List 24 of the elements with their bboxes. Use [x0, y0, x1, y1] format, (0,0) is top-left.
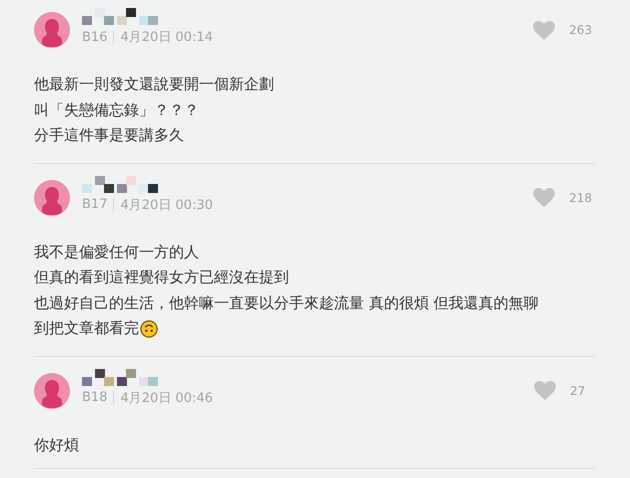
comment-text: 分手這件事是要講多久: [34, 125, 184, 146]
comment-text: 他最新一則發文還說要開一個新企劃: [34, 74, 274, 95]
like-count: 27: [570, 384, 586, 398]
comment-text: 也過好自己的生活，他幹嘛一直要以分手來趁流量 真的很煩 但我還真的無聊: [34, 292, 539, 314]
comment-text: 但真的看到這裡覺得女方已經沒在提到: [34, 267, 289, 288]
post-time: 4月20日 00:14: [120, 29, 213, 46]
like-count: 218: [569, 190, 592, 204]
upside-down-face-icon: [140, 320, 158, 338]
floor-number: B18: [82, 390, 108, 405]
avatar-icon: [34, 180, 70, 216]
comment-text: 叫「失戀備忘錄」？？？: [34, 100, 199, 120]
comment-text: 你好煩: [34, 434, 79, 456]
comment-text: 我不是偏愛任何一方的人: [34, 242, 199, 262]
post-time: 4月20日 00:30: [120, 196, 213, 214]
avatar-icon: [34, 12, 70, 48]
post-time: 4月20日 00:46: [120, 390, 213, 406]
avatar-icon: [34, 372, 70, 408]
floor-number: B17: [82, 197, 108, 212]
heart-icon[interactable]: [534, 381, 556, 400]
heart-icon[interactable]: [533, 188, 556, 207]
heart-icon[interactable]: [533, 20, 556, 40]
like-count: 263: [569, 23, 592, 37]
floor-number: B16: [82, 30, 108, 44]
comment-text: 到把文章都看完: [34, 318, 139, 339]
